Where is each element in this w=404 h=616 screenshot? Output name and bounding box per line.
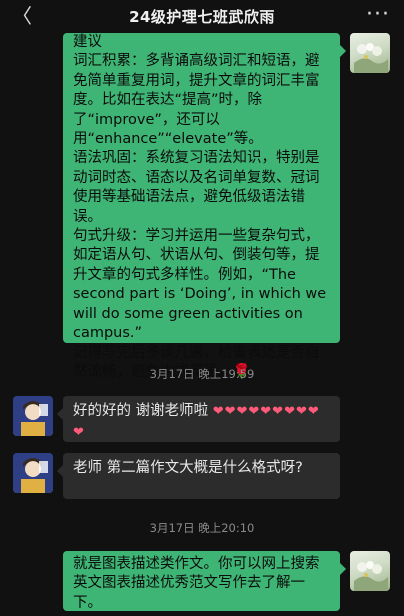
message-paragraph: 语法巩固：系统复习语法知识，特别是动词时态、语态以及名词单复数、冠词使用等基础语… — [73, 150, 320, 225]
message-bubble-question[interactable]: 老师 第二篇作文大概是什么格式呀? — [57, 453, 340, 499]
avatar-self-image — [354, 561, 388, 591]
message-paragraph: 句式升级：学习并运用一些复杂句式，如定语从句、状语从句、倒装句等，提升文章的句式… — [73, 228, 327, 342]
message-text: 老师 第二篇作文大概是什么格式呀? — [73, 460, 303, 476]
avatar-other[interactable] — [13, 396, 53, 436]
message-paragraph: 词汇积累：多背诵高级词汇和短语，避免简单重复用词，提升文章的词汇丰富度。比如在表… — [73, 53, 320, 148]
avatar-self[interactable] — [350, 551, 390, 591]
chat-header: 〈 24级护理七班武欣雨 ··· — [0, 0, 404, 32]
avatar-other-image — [13, 453, 53, 493]
avatar-self-image — [354, 43, 388, 73]
avatar-other-image — [13, 396, 53, 436]
avatar-other[interactable] — [13, 453, 53, 493]
message-bubble-advice[interactable]: 建议 词汇积累：多背诵高级词汇和短语，避免简单重复用词，提升文章的词汇丰富度。比… — [63, 33, 346, 380]
message-bubble-thanks[interactable]: 好的好的 谢谢老师啦 ❤❤❤❤❤❤❤❤❤❤ — [57, 396, 340, 442]
message-text: 就是图表描述类作文。你可以网上搜索英文图表描述优秀范文写作去了解一下。 — [73, 556, 320, 611]
message-text: 好的好的 谢谢老师啦 — [73, 403, 209, 419]
message-timestamp: 3月17日 晚上20:10 — [149, 521, 255, 535]
message-bubble-answer[interactable]: 就是图表描述类作文。你可以网上搜索英文图表描述优秀范文写作去了解一下。 — [63, 551, 346, 611]
chat-title: 24级护理七班武欣雨 — [129, 8, 275, 26]
message-paragraph: 建议 — [73, 34, 102, 50]
more-options-icon[interactable]: ··· — [366, 2, 390, 27]
message-timestamp: 3月17日 晚上19:59 — [149, 367, 255, 381]
avatar-self[interactable] — [350, 33, 390, 73]
